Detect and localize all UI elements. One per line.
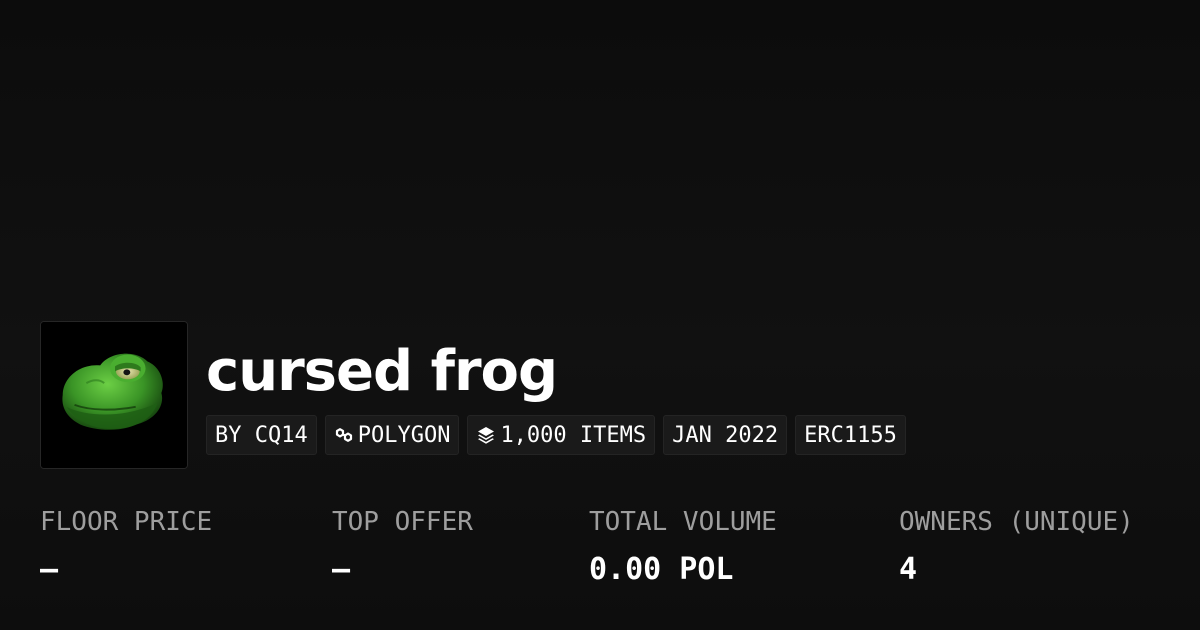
items-tag-label: 1,000 ITEMS	[500, 422, 647, 448]
floor-price-label: FLOOR PRICE	[40, 507, 213, 537]
date-tag: JAN 2022	[663, 415, 788, 455]
chain-tag-label: POLYGON	[357, 422, 451, 448]
token-standard-tag-label: ERC1155	[804, 422, 897, 448]
creator-tag[interactable]: BY CQ14	[206, 415, 317, 455]
collection-avatar	[40, 321, 188, 469]
top-offer-label: TOP OFFER	[332, 507, 473, 537]
creator-tag-label: BY CQ14	[215, 422, 308, 448]
top-offer-stat: TOP OFFER –	[332, 502, 473, 598]
collection-title: cursed frog	[206, 339, 558, 404]
owners-stat: OWNERS (UNIQUE) 4	[899, 502, 1134, 598]
layers-icon	[476, 425, 496, 445]
owners-value: 4	[899, 552, 918, 587]
cursed-frog-image	[41, 322, 187, 468]
token-standard-tag: ERC1155	[795, 415, 906, 455]
floor-price-stat: FLOOR PRICE –	[40, 502, 212, 598]
top-offer-value: –	[332, 552, 351, 587]
collection-tags: BY CQ14 POLYGON 1,000 ITEMS JAN 2022 ERC…	[206, 415, 906, 455]
chain-tag[interactable]: POLYGON	[324, 415, 460, 455]
floor-price-value: –	[40, 552, 59, 587]
total-volume-value: 0.00 POL	[589, 552, 734, 587]
total-volume-label: TOTAL VOLUME	[589, 507, 777, 537]
date-tag-label: JAN 2022	[672, 422, 779, 448]
total-volume-stat: TOTAL VOLUME 0.00 POL	[589, 502, 777, 598]
owners-label: OWNERS (UNIQUE)	[899, 507, 1134, 537]
items-tag: 1,000 ITEMS	[467, 415, 656, 455]
polygon-chain-icon	[334, 425, 354, 445]
